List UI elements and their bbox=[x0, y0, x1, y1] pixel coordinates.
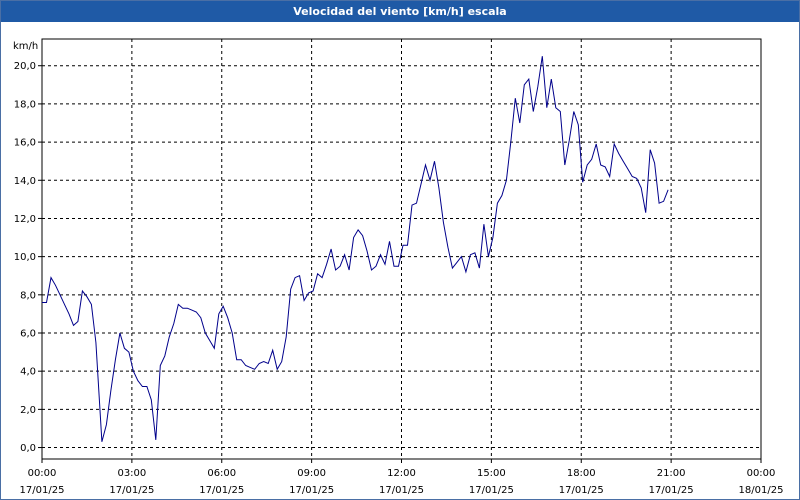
x-tick-time-label: 00:00 bbox=[747, 468, 776, 479]
y-tick-label: 6,0 bbox=[20, 329, 36, 340]
x-tick-time-label: 15:00 bbox=[477, 468, 506, 479]
y-tick-label: 2,0 bbox=[20, 405, 36, 416]
x-tick-date-label: 17/01/25 bbox=[109, 485, 154, 496]
x-tick-time-label: 21:00 bbox=[657, 468, 686, 479]
x-tick-date-label: 17/01/25 bbox=[559, 485, 604, 496]
y-tick-label: 8,0 bbox=[20, 290, 36, 301]
y-tick-label: 20,0 bbox=[14, 61, 36, 72]
y-tick-label: 16,0 bbox=[14, 138, 36, 149]
x-tick-date-label: 17/01/25 bbox=[199, 485, 244, 496]
x-tick-time-label: 03:00 bbox=[117, 468, 146, 479]
x-tick-time-label: 06:00 bbox=[207, 468, 236, 479]
y-tick-label: 18,0 bbox=[14, 99, 36, 110]
chart-window: Velocidad del viento [km/h] escala km/h … bbox=[0, 0, 800, 500]
x-tick-time-label: 18:00 bbox=[567, 468, 596, 479]
x-tick-date-label: 17/01/25 bbox=[289, 485, 334, 496]
x-tick-time-label: 12:00 bbox=[387, 468, 416, 479]
wind-speed-chart: 0,0 2,0 4,0 6,0 8,0 10,0 12,0 14,0 16,0 18,0 20,0 0… bbox=[14, 38, 784, 496]
x-tick-date-label: 17/01/25 bbox=[379, 485, 424, 496]
y-tick-label: 0,0 bbox=[20, 443, 36, 454]
x-tick-date-label: 17/01/25 bbox=[649, 485, 694, 496]
x-tick-time-label: 09:00 bbox=[297, 468, 326, 479]
x-tick-time-label: 00:00 bbox=[28, 468, 57, 479]
x-tick-date-label: 17/01/25 bbox=[469, 485, 514, 496]
series-line bbox=[42, 56, 669, 442]
y-tick-label: 14,0 bbox=[14, 176, 36, 187]
y-tick-label: 4,0 bbox=[20, 367, 36, 378]
x-tick-date-label: 18/01/25 bbox=[739, 485, 784, 496]
y-tick-label: 10,0 bbox=[14, 252, 36, 263]
x-tick-date-label: 17/01/25 bbox=[20, 485, 65, 496]
y-tick-label: 12,0 bbox=[14, 214, 36, 225]
